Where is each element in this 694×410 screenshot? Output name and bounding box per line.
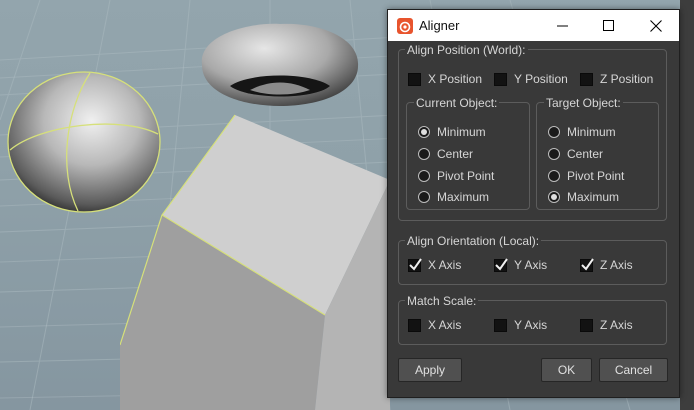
ok-button[interactable]: OK	[541, 358, 592, 382]
target-maximum-radio[interactable]: Maximum	[548, 189, 619, 205]
dialog-titlebar[interactable]: Aligner	[388, 10, 679, 41]
radio-button	[418, 126, 430, 138]
dialog-title: Aligner	[419, 18, 460, 33]
cancel-button[interactable]: Cancel	[599, 358, 668, 382]
checkbox-box	[494, 72, 507, 86]
apply-button[interactable]: Apply	[398, 358, 462, 382]
radio-button	[418, 191, 430, 203]
target-object-title: Target Object:	[544, 96, 623, 110]
checkbox-box	[580, 257, 594, 272]
scale-z-axis-checkbox[interactable]: Z Axis	[580, 317, 633, 333]
scale-y-axis-checkbox[interactable]: Y Axis	[494, 317, 547, 333]
current-center-radio[interactable]: Center	[418, 146, 473, 162]
viewport-side-toolbar	[680, 0, 694, 410]
close-button[interactable]	[633, 10, 679, 41]
radio-button	[548, 191, 560, 203]
minimize-button[interactable]	[539, 10, 585, 41]
radio-button	[548, 170, 560, 182]
checkmark-icon	[581, 257, 594, 271]
aligner-dialog: Aligner Align Position (World): X Positi…	[387, 9, 680, 398]
target-center-radio[interactable]: Center	[548, 146, 603, 162]
y-position-checkbox[interactable]: Y Position	[494, 71, 568, 87]
checkmark-icon	[495, 257, 508, 271]
checkmark-icon	[409, 257, 422, 271]
z-position-checkbox[interactable]: Z Position	[580, 71, 653, 87]
checkbox-box	[494, 257, 508, 272]
checkbox-box	[580, 72, 593, 86]
checkbox-box	[408, 257, 422, 272]
orientation-x-axis-checkbox[interactable]: X Axis	[408, 257, 461, 273]
maximize-button[interactable]	[585, 10, 631, 41]
orientation-z-axis-checkbox[interactable]: Z Axis	[580, 257, 633, 273]
current-maximum-radio[interactable]: Maximum	[418, 189, 489, 205]
minimize-icon	[556, 25, 568, 27]
checkbox-box	[580, 318, 593, 332]
align-orientation-title: Align Orientation (Local):	[405, 234, 542, 248]
radio-button	[418, 148, 430, 160]
checkbox-box	[494, 318, 507, 332]
x-position-checkbox[interactable]: X Position	[408, 71, 482, 87]
current-minimum-radio[interactable]: Minimum	[418, 124, 486, 140]
target-minimum-radio[interactable]: Minimum	[548, 124, 616, 140]
current-pivot-point-radio[interactable]: Pivot Point	[418, 168, 494, 184]
current-object-title: Current Object:	[414, 96, 500, 110]
radio-button	[418, 170, 430, 182]
match-scale-title: Match Scale:	[405, 294, 479, 308]
radio-button	[548, 126, 560, 138]
close-icon	[650, 19, 662, 32]
checkbox-box	[408, 318, 421, 332]
checkbox-box	[408, 72, 421, 86]
torus-object[interactable]	[190, 20, 370, 110]
radio-button	[548, 148, 560, 160]
target-pivot-point-radio[interactable]: Pivot Point	[548, 168, 624, 184]
cube-object[interactable]	[120, 110, 400, 410]
align-position-title: Align Position (World):	[405, 43, 528, 57]
orientation-y-axis-checkbox[interactable]: Y Axis	[494, 257, 547, 273]
houdini-logo-icon	[397, 18, 413, 34]
maximize-icon	[602, 20, 614, 31]
scale-x-axis-checkbox[interactable]: X Axis	[408, 317, 461, 333]
